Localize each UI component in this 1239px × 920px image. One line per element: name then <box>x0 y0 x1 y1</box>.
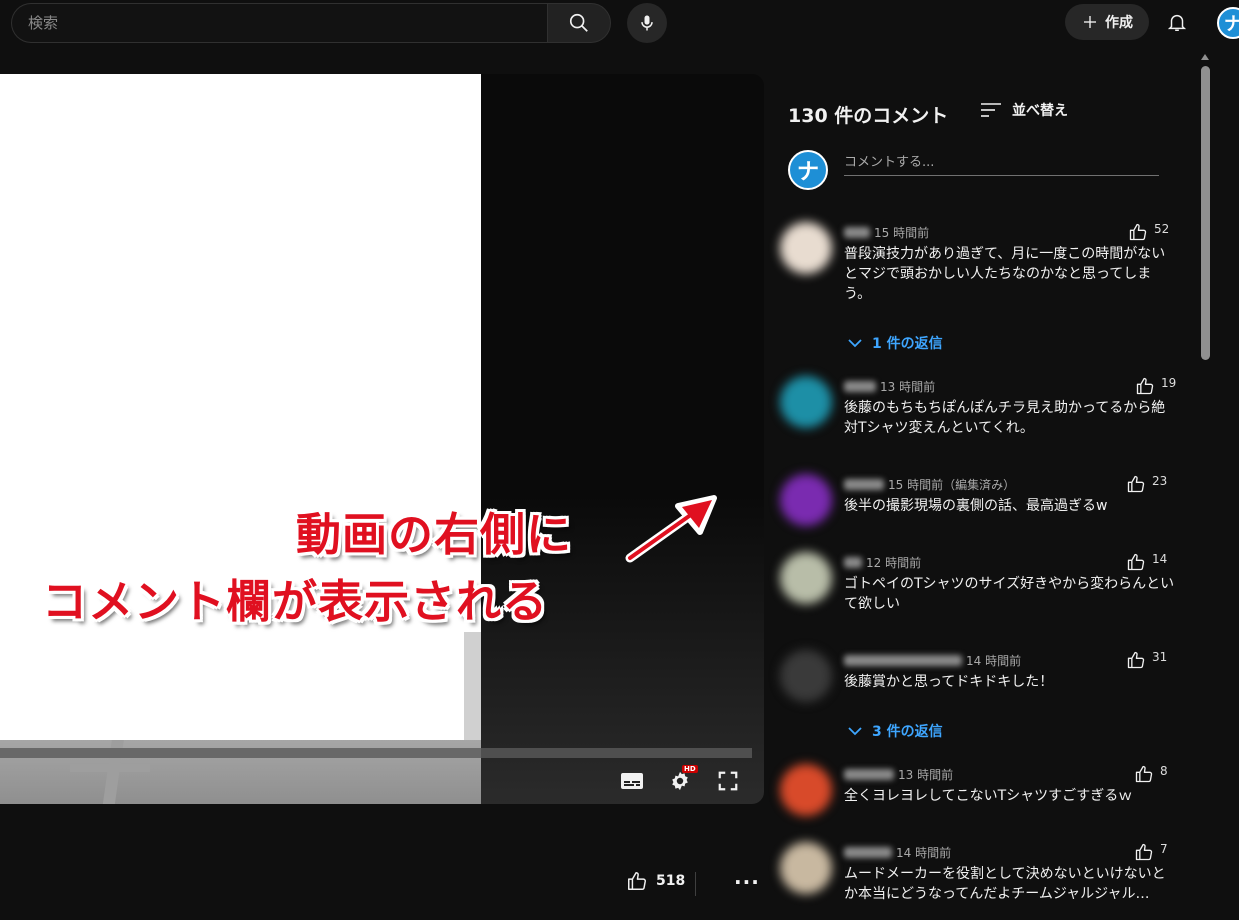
comment-like-count: 8 <box>1160 764 1168 778</box>
thumbs-up-icon <box>628 872 646 890</box>
thumbs-up-icon <box>1127 553 1145 571</box>
comment-like-button[interactable]: 31 <box>1126 650 1167 670</box>
commenter-name[interactable] <box>844 227 870 238</box>
current-user-avatar: ナ <box>788 150 828 190</box>
comment-text: ムードメーカーを役割として決めないといけないとか本当にどうなってんだよチームジャ… <box>844 866 1166 902</box>
search-input[interactable] <box>12 4 548 42</box>
thumbs-up-icon <box>1135 765 1153 783</box>
comment-like-button[interactable]: 23 <box>1126 474 1167 494</box>
comment-like-count: 52 <box>1154 222 1170 236</box>
thumbs-up-icon <box>1129 223 1147 241</box>
add-comment-input[interactable]: コメントする... <box>844 148 1159 176</box>
sort-icon <box>981 103 1001 117</box>
comment-text: 後藤のもちもちぽんぽんチラ見え助かってるから絶対Tシャツ変えんといてくれ。 <box>844 400 1166 436</box>
sort-comments-button[interactable]: 並べ替え <box>980 100 1068 120</box>
subtitles-button[interactable] <box>618 767 646 795</box>
commenter-name[interactable] <box>844 847 892 858</box>
video-overlay-edge <box>464 632 481 740</box>
annotation-line-2: コメント欄が表示される <box>42 575 549 628</box>
comment-time[interactable]: 13 時間前 <box>898 766 953 783</box>
replies-label: 1 件の返信 <box>872 336 943 352</box>
video-like-button[interactable]: 518 <box>626 870 685 892</box>
comment-time[interactable]: 12 時間前 <box>866 554 921 571</box>
thumbs-up-icon <box>1127 651 1145 669</box>
comment-text: 全くヨレヨレしてこないTシャツすごすぎるｗ <box>844 788 1133 804</box>
create-button[interactable]: 作成 <box>1065 4 1149 40</box>
search-icon <box>569 13 588 32</box>
comment-text: 普段演技力があり過ぎて、月に一度この時間がないとマジで頭おかしい人たちなのかなと… <box>844 246 1166 302</box>
search-box[interactable] <box>11 3 548 43</box>
microphone-icon <box>641 15 653 31</box>
like-divider <box>695 872 696 896</box>
comment-text: ゴトペイのTシャツのサイズ好きやから変わらんといて欲しい <box>844 576 1175 612</box>
commenter-name[interactable] <box>844 381 876 392</box>
comment-like-count: 23 <box>1152 474 1168 488</box>
settings-button[interactable]: HD <box>666 765 698 795</box>
thumbs-up-icon <box>1127 475 1145 493</box>
annotation-arrow-icon <box>625 495 717 563</box>
comment-like-count: 14 <box>1152 552 1168 566</box>
commenter-avatar[interactable] <box>780 764 832 816</box>
notifications-button[interactable] <box>1159 4 1195 40</box>
thumbs-up-icon <box>1135 843 1153 861</box>
comment-like-button[interactable]: 14 <box>1126 552 1167 572</box>
more-actions-button[interactable]: ··· <box>734 870 760 894</box>
replies-label: 3 件の返信 <box>872 724 943 740</box>
commenter-avatar[interactable] <box>780 474 832 526</box>
view-replies-button[interactable]: 1 件の返信 <box>848 333 943 353</box>
view-replies-button[interactable]: 3 件の返信 <box>848 721 943 741</box>
comment-text: 後半の撮影現場の裏側の話、最高過ぎるw <box>844 498 1108 514</box>
commenter-name[interactable] <box>844 479 884 490</box>
comment-like-count: 7 <box>1160 842 1168 856</box>
sort-label: 並べ替え <box>1012 103 1068 119</box>
commenter-name[interactable] <box>844 655 962 666</box>
comment-time[interactable]: 14 時間前 <box>966 652 1021 669</box>
comment-like-count: 19 <box>1161 376 1177 390</box>
search-button[interactable] <box>547 3 611 43</box>
account-avatar[interactable]: ナ <box>1217 7 1239 39</box>
bell-icon <box>1167 14 1187 31</box>
voice-search-button[interactable] <box>627 3 667 43</box>
fullscreen-icon <box>718 771 738 791</box>
annotation-line-1: 動画の右側に <box>296 508 573 561</box>
comment-like-button[interactable]: 8 <box>1134 764 1168 784</box>
fullscreen-button[interactable] <box>714 767 742 795</box>
video-like-count: 518 <box>656 873 686 889</box>
commenter-avatar[interactable] <box>780 222 832 274</box>
commenter-avatar[interactable] <box>780 650 832 702</box>
plus-icon <box>1084 16 1096 28</box>
comment-time[interactable]: 13 時間前 <box>880 378 935 395</box>
scroll-up-arrow[interactable] <box>1201 54 1209 60</box>
stool-leg <box>70 764 150 772</box>
comment-like-button[interactable]: 19 <box>1135 376 1176 396</box>
comment-like-button[interactable]: 7 <box>1134 842 1168 862</box>
progress-bar[interactable] <box>0 748 752 758</box>
comment-like-button[interactable]: 52 <box>1128 222 1169 242</box>
gear-icon <box>672 771 688 791</box>
commenter-avatar[interactable] <box>780 552 832 604</box>
chevron-down-icon <box>848 339 862 348</box>
comment-text: 後藤賞かと思ってドキドキした！ <box>844 674 1054 690</box>
thumbs-up-icon <box>1136 377 1154 395</box>
subtitles-icon <box>621 773 643 789</box>
comments-count-heading: 130 件のコメント <box>788 105 949 127</box>
chevron-down-icon <box>848 727 862 736</box>
commenter-avatar[interactable] <box>780 842 832 894</box>
commenter-avatar[interactable] <box>780 376 832 428</box>
comment-time[interactable]: 15 時間前 <box>874 224 929 241</box>
comment-like-count: 31 <box>1152 650 1168 664</box>
commenter-name[interactable] <box>844 769 894 780</box>
scrollbar-thumb[interactable] <box>1201 66 1210 360</box>
commenter-name[interactable] <box>844 557 862 568</box>
comment-time[interactable]: 15 時間前（編集済み） <box>888 476 1015 493</box>
video-player[interactable]: HD <box>0 74 764 804</box>
create-label: 作成 <box>1105 15 1133 31</box>
comment-time[interactable]: 14 時間前 <box>896 844 951 861</box>
hd-badge: HD <box>682 765 698 773</box>
video-overlay-panel <box>0 74 481 740</box>
